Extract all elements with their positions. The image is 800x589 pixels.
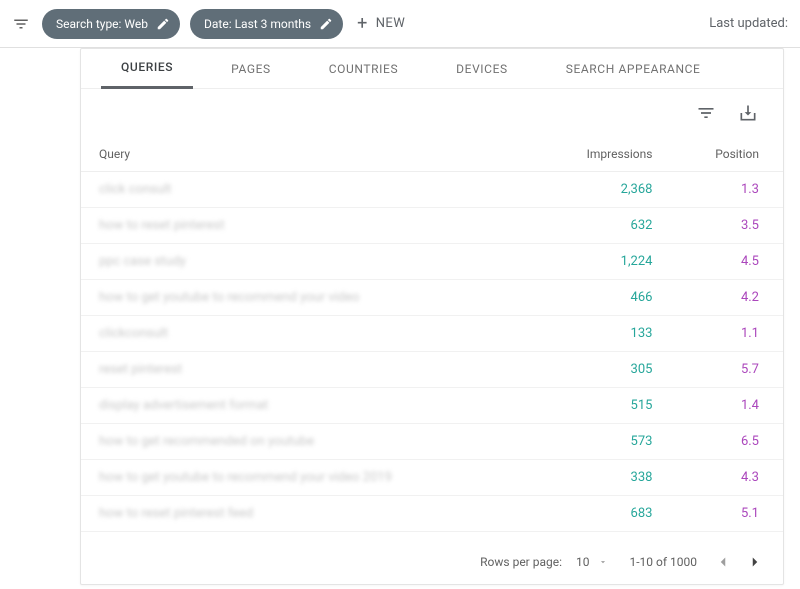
rows-per-page-value: 10 <box>576 555 590 569</box>
position-cell: 4.3 <box>676 460 783 496</box>
impressions-cell: 632 <box>540 208 677 244</box>
table-row[interactable]: display advertisement format 5151.4 <box>81 388 783 424</box>
tab-queries[interactable]: QUERIES <box>101 49 193 89</box>
pagination-range: 1-10 of 1000 <box>630 555 698 569</box>
column-header-position[interactable]: Position <box>676 137 783 172</box>
table-row[interactable]: clickconsult 1331.1 <box>81 316 783 352</box>
impressions-cell: 305 <box>540 352 677 388</box>
column-header-query[interactable]: Query <box>81 137 540 172</box>
rows-per-page-select[interactable]: 10 <box>576 555 608 569</box>
query-cell: how to get youtube to recommend your vid… <box>99 290 359 305</box>
query-cell: click consult <box>99 182 171 197</box>
edit-icon <box>319 17 333 31</box>
position-cell: 5.7 <box>676 352 783 388</box>
table-toolbar <box>81 89 783 137</box>
position-cell: 5.1 <box>676 496 783 532</box>
tab-pages[interactable]: PAGES <box>211 49 291 89</box>
tab-devices[interactable]: DEVICES <box>436 49 528 89</box>
position-cell: 4.2 <box>676 280 783 316</box>
impressions-cell: 515 <box>540 388 677 424</box>
pagination-bar: Rows per page: 10 1-10 of 1000 <box>81 540 783 584</box>
queries-table: Query Impressions Position click consult… <box>81 137 783 532</box>
position-cell: 1.3 <box>676 172 783 208</box>
chip-label: Date: Last 3 months <box>204 17 311 31</box>
query-cell: how to reset pinterest <box>99 218 225 233</box>
filter-bar: Search type: Web Date: Last 3 months + NE… <box>0 0 800 48</box>
download-icon[interactable] <box>737 102 759 124</box>
table-row[interactable]: how to get youtube to recommend your vid… <box>81 280 783 316</box>
new-label: NEW <box>376 16 405 31</box>
impressions-cell: 2,368 <box>540 172 677 208</box>
table-row[interactable]: how to get youtube to recommend your vid… <box>81 460 783 496</box>
position-cell: 4.5 <box>676 244 783 280</box>
column-header-impressions[interactable]: Impressions <box>540 137 677 172</box>
tab-search-appearance[interactable]: SEARCH APPEARANCE <box>546 49 721 89</box>
filter-chip[interactable]: Search type: Web <box>42 9 180 39</box>
edit-icon <box>156 17 170 31</box>
position-cell: 1.4 <box>676 388 783 424</box>
tab-countries[interactable]: COUNTRIES <box>309 49 418 89</box>
impressions-cell: 338 <box>540 460 677 496</box>
queries-panel: QUERIES PAGES COUNTRIES DEVICES SEARCH APPEA… <box>80 48 784 585</box>
rows-per-page-label: Rows per page: <box>480 555 562 569</box>
query-cell: how to get recommended on youtube <box>99 434 314 449</box>
impressions-cell: 466 <box>540 280 677 316</box>
prev-page-button[interactable] <box>707 546 739 578</box>
chip-label: Search type: Web <box>56 17 148 31</box>
table-row[interactable]: click consult 2,3681.3 <box>81 172 783 208</box>
table-row[interactable]: how to get recommended on youtube 5736.5 <box>81 424 783 460</box>
position-cell: 3.5 <box>676 208 783 244</box>
table-row[interactable]: reset pinterest 3055.7 <box>81 352 783 388</box>
plus-icon: + <box>357 15 368 33</box>
impressions-cell: 573 <box>540 424 677 460</box>
last-updated-label: Last updated: <box>709 16 788 31</box>
query-cell: display advertisement format <box>99 398 268 413</box>
table-filter-icon[interactable] <box>695 102 717 124</box>
query-cell: how to get youtube to recommend your vid… <box>99 470 392 485</box>
new-filter-button[interactable]: + NEW <box>357 15 405 33</box>
table-row[interactable]: ppc case study 1,2244.5 <box>81 244 783 280</box>
tab-bar: QUERIES PAGES COUNTRIES DEVICES SEARCH APPEA… <box>81 49 783 89</box>
impressions-cell: 1,224 <box>540 244 677 280</box>
query-cell: reset pinterest <box>99 362 182 377</box>
position-cell: 1.1 <box>676 316 783 352</box>
query-cell: clickconsult <box>99 326 168 341</box>
filter-list-icon[interactable] <box>12 15 32 33</box>
query-cell: how to reset pinterest feed <box>99 506 253 521</box>
impressions-cell: 683 <box>540 496 677 532</box>
table-row[interactable]: how to reset pinterest feed 6835.1 <box>81 496 783 532</box>
query-cell: ppc case study <box>99 254 186 269</box>
position-cell: 6.5 <box>676 424 783 460</box>
next-page-button[interactable] <box>739 546 771 578</box>
impressions-cell: 133 <box>540 316 677 352</box>
table-row[interactable]: how to reset pinterest 6323.5 <box>81 208 783 244</box>
filter-chip[interactable]: Date: Last 3 months <box>190 9 343 39</box>
caret-down-icon <box>598 557 608 567</box>
